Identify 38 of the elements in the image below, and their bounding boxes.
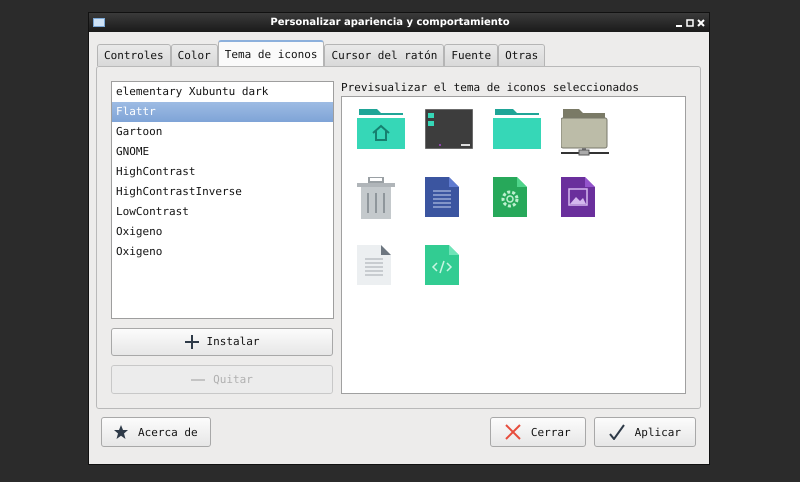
tab[interactable]: Otras (498, 44, 546, 66)
trash-icon (357, 177, 395, 219)
close-icon (504, 424, 521, 440)
theme-list-item[interactable]: Oxigeno (112, 242, 333, 262)
app-icon (93, 18, 105, 27)
theme-list-item[interactable]: HighContrastInverse (112, 182, 333, 202)
desktop-icon (425, 109, 473, 149)
folder-icon (493, 109, 541, 149)
close-icon[interactable] (697, 18, 705, 26)
theme-list-item[interactable]: LowContrast (112, 202, 333, 222)
theme-list-item[interactable]: HighContrast (112, 162, 333, 182)
tab[interactable]: Controles (97, 44, 171, 66)
tab[interactable]: Fuente (444, 44, 498, 66)
gear-file-icon (493, 177, 527, 217)
home-folder-icon (357, 109, 405, 149)
text-file-icon (357, 245, 391, 285)
install-button[interactable]: Instalar (111, 328, 333, 356)
about-button[interactable]: Acerca de (101, 417, 211, 447)
close-button[interactable]: Cerrar (490, 417, 586, 447)
image-file-icon (561, 177, 595, 217)
tab[interactable]: Tema de iconos (218, 40, 324, 66)
theme-list-item[interactable]: elementary Xubuntu dark (112, 82, 333, 102)
plus-icon (184, 334, 198, 349)
window-title: Personalizar apariencia y comportamiento (269, 17, 511, 28)
tab[interactable]: Color (170, 44, 218, 66)
preview-label: Previsualizar el tema de iconos seleccionados (341, 81, 640, 95)
tab[interactable]: Cursor del ratón (324, 44, 444, 66)
document-icon (425, 177, 459, 217)
network-folder-icon (561, 109, 609, 157)
theme-list-item[interactable]: GNOME (112, 142, 333, 162)
minus-icon (191, 378, 206, 381)
code-file-icon (425, 245, 459, 285)
theme-list-item[interactable]: Gartoon (112, 122, 333, 142)
star-icon (114, 425, 128, 439)
apply-button[interactable]: Aplicar (594, 417, 696, 447)
maximize-icon[interactable] (686, 18, 694, 26)
theme-list-item[interactable]: Oxigeno (112, 222, 333, 242)
checkmark-icon (608, 424, 625, 440)
